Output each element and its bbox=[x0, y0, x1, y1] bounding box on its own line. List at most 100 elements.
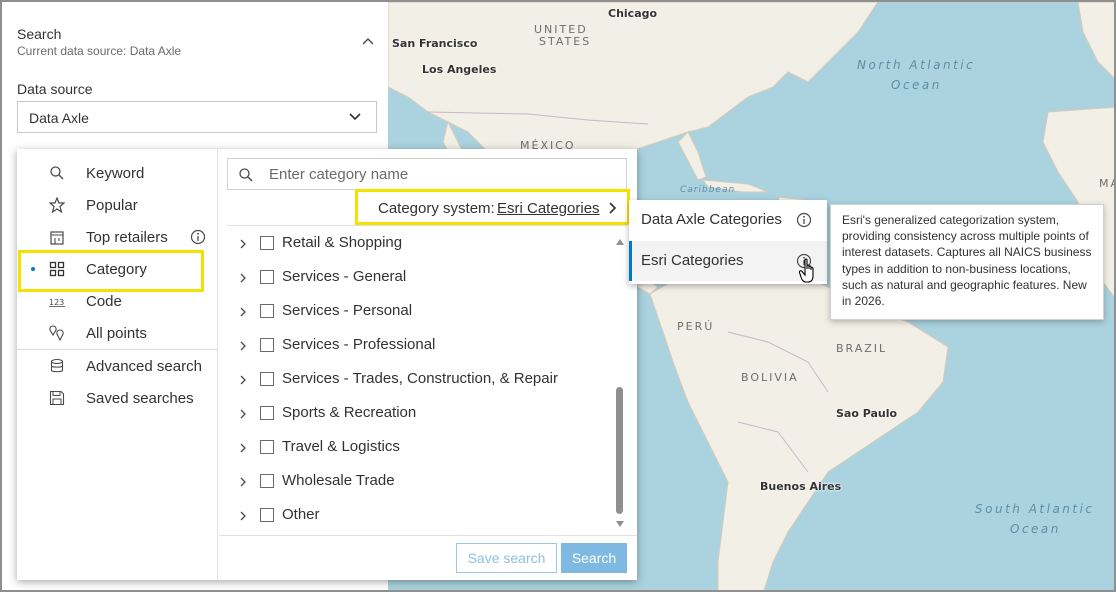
category-checkbox[interactable] bbox=[260, 406, 274, 420]
category-checkbox[interactable] bbox=[260, 474, 274, 488]
map-country-label: MA bbox=[1099, 177, 1114, 190]
category-checkbox[interactable] bbox=[260, 270, 274, 284]
nav-item-label: Keyword bbox=[86, 165, 145, 182]
map-city-label: Sao Paulo bbox=[836, 407, 898, 420]
category-row[interactable]: Services - Professional bbox=[219, 329, 619, 363]
category-label: Services - Personal bbox=[282, 302, 413, 319]
category-checkbox[interactable] bbox=[260, 304, 274, 318]
category-content: Enter category name Category system: Esr… bbox=[219, 149, 637, 580]
map-ocean-label: South Atlantic bbox=[975, 502, 1095, 516]
category-row[interactable]: Sports & Recreation bbox=[219, 397, 619, 431]
data-source-label: Data source bbox=[17, 81, 93, 97]
panel-title: Search bbox=[17, 26, 62, 42]
map-sea-label: Caribbean bbox=[680, 185, 736, 195]
nav-item-label: Code bbox=[86, 293, 122, 310]
menu-item-esri-categories[interactable]: Esri Categories bbox=[629, 241, 827, 281]
category-system-selector[interactable]: Category system: Esri Categories bbox=[355, 189, 630, 225]
category-scrollbar[interactable] bbox=[614, 237, 626, 529]
menu-item-label: Data Axle Categories bbox=[641, 211, 782, 228]
nav-item-label: All points bbox=[86, 325, 147, 342]
nav-item-all-points[interactable]: All points bbox=[17, 317, 218, 349]
nav-item-advanced-search[interactable]: Advanced search bbox=[17, 350, 218, 382]
nav-item-label: Saved searches bbox=[86, 390, 194, 407]
nav-item-top-retailers[interactable]: Top retailers bbox=[17, 221, 218, 253]
category-highlight-box bbox=[18, 250, 204, 292]
category-checkbox[interactable] bbox=[260, 372, 274, 386]
map-city-label: Chicago bbox=[608, 7, 658, 20]
nav-item-popular[interactable]: Popular bbox=[17, 189, 218, 221]
map-ocean-label: North Atlantic bbox=[857, 58, 976, 72]
chevron-right-icon bbox=[608, 201, 618, 218]
search-placeholder: Enter category name bbox=[269, 166, 409, 183]
scrollbar-thumb[interactable] bbox=[616, 387, 623, 514]
save-icon bbox=[49, 390, 65, 406]
category-search-input[interactable]: Enter category name bbox=[227, 158, 627, 190]
map-country-label: BRAZIL bbox=[836, 342, 888, 355]
category-label: Travel & Logistics bbox=[282, 438, 400, 455]
chevron-right-icon[interactable] bbox=[239, 271, 247, 287]
category-label: Sports & Recreation bbox=[282, 404, 417, 421]
category-system-menu: Data Axle Categories Esri Categories bbox=[629, 200, 827, 284]
chevron-down-icon bbox=[348, 109, 362, 126]
app-frame: Chicago San Francisco Los Angeles Sao Pa… bbox=[0, 0, 1116, 592]
category-checkbox[interactable] bbox=[260, 338, 274, 352]
chevron-right-icon[interactable] bbox=[239, 339, 247, 355]
category-label: Services - General bbox=[282, 268, 407, 285]
map-city-label: San Francisco bbox=[392, 37, 478, 50]
category-system-value[interactable]: Esri Categories bbox=[497, 200, 600, 217]
chevron-right-icon[interactable] bbox=[239, 305, 247, 321]
category-checkbox[interactable] bbox=[260, 508, 274, 522]
category-row[interactable]: Services - Trades, Construction, & Repai… bbox=[219, 363, 619, 397]
star-icon bbox=[48, 196, 66, 214]
category-checkbox[interactable] bbox=[260, 236, 274, 250]
search-icon bbox=[49, 165, 65, 181]
category-row[interactable]: Other bbox=[219, 499, 619, 533]
search-icon bbox=[238, 167, 254, 186]
nav-item-label: Popular bbox=[86, 197, 138, 214]
nav-item-label: Top retailers bbox=[86, 229, 168, 246]
category-checkbox[interactable] bbox=[260, 440, 274, 454]
code-123-icon: 123 bbox=[49, 293, 65, 309]
chevron-right-icon[interactable] bbox=[239, 475, 247, 491]
category-system-label: Category system: bbox=[378, 200, 495, 217]
category-row[interactable]: Services - Personal bbox=[219, 295, 619, 329]
category-row[interactable]: Wholesale Trade bbox=[219, 465, 619, 499]
info-icon[interactable] bbox=[190, 229, 206, 248]
map-ocean-label: Ocean bbox=[1010, 522, 1061, 536]
chevron-right-icon[interactable] bbox=[239, 407, 247, 423]
chevron-right-icon[interactable] bbox=[239, 441, 247, 457]
map-ocean-label: Ocean bbox=[891, 78, 942, 92]
map-country-label: PERÚ bbox=[677, 320, 715, 333]
category-row[interactable]: Retail & Shopping bbox=[219, 227, 619, 261]
chevron-right-icon[interactable] bbox=[239, 509, 247, 525]
svg-text:123: 123 bbox=[49, 298, 64, 307]
menu-item-label: Esri Categories bbox=[641, 252, 744, 269]
map-city-label: Los Angeles bbox=[422, 63, 497, 76]
category-row[interactable]: Services - General bbox=[219, 261, 619, 295]
category-label: Other bbox=[282, 506, 320, 523]
map-city-label: Buenos Aires bbox=[760, 480, 842, 493]
menu-item-data-axle-categories[interactable]: Data Axle Categories bbox=[629, 200, 827, 240]
category-row[interactable]: Travel & Logistics bbox=[219, 431, 619, 465]
nav-item-label: Advanced search bbox=[86, 358, 202, 375]
search-type-popover: Keyword Popular Top retailers Category 1… bbox=[17, 149, 637, 580]
database-icon bbox=[49, 358, 65, 374]
map-country-label: BOLIVIA bbox=[741, 371, 799, 384]
search-button[interactable]: Search bbox=[561, 543, 627, 573]
save-search-button[interactable]: Save search bbox=[456, 543, 557, 573]
search-type-nav: Keyword Popular Top retailers Category 1… bbox=[17, 149, 218, 580]
category-label: Wholesale Trade bbox=[282, 472, 395, 489]
data-source-select[interactable]: Data Axle bbox=[17, 101, 377, 133]
category-label: Services - Professional bbox=[282, 336, 436, 353]
chevron-right-icon[interactable] bbox=[239, 373, 247, 389]
map-country-label: STATES bbox=[539, 35, 592, 48]
info-icon[interactable] bbox=[796, 212, 812, 231]
category-info-tooltip: Esri's generalized categorization system… bbox=[830, 204, 1104, 320]
chevron-up-icon[interactable] bbox=[362, 34, 374, 45]
chevron-right-icon[interactable] bbox=[239, 237, 247, 253]
store-icon bbox=[49, 229, 65, 245]
nav-item-keyword[interactable]: Keyword bbox=[17, 157, 218, 189]
nav-item-saved-searches[interactable]: Saved searches bbox=[17, 382, 218, 414]
list-divider bbox=[227, 225, 627, 226]
category-label: Retail & Shopping bbox=[282, 234, 403, 251]
